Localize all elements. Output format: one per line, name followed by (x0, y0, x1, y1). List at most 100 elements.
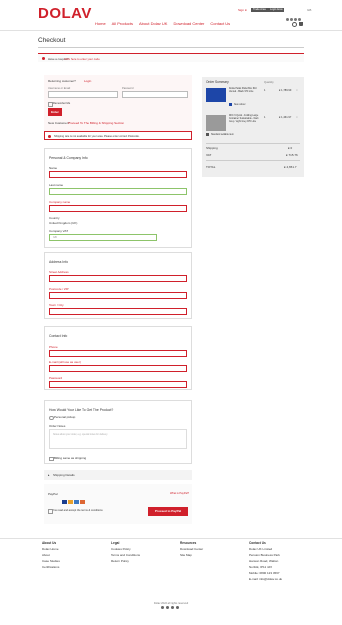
phone-input[interactable] (49, 350, 187, 357)
postcode-input[interactable] (49, 292, 187, 299)
footer-link[interactable]: Terms and Conditions (111, 553, 171, 557)
footer-link[interactable]: Dolav Home (42, 547, 102, 551)
qty-header: Quantity (264, 80, 274, 84)
email-input[interactable] (49, 365, 187, 372)
copyright: Dolav 2022 all rights reserved (153, 602, 189, 605)
terms-label: I've read and accept the terms & conditi… (53, 508, 103, 512)
logo[interactable]: DOLAV (38, 5, 92, 22)
product-tag: Standard sellable item (211, 133, 234, 136)
terms-checkbox[interactable] (48, 509, 53, 514)
pickup-radio[interactable] (49, 415, 54, 420)
last-name-input[interactable] (49, 188, 187, 195)
billing-same-checkbox[interactable] (49, 456, 54, 461)
sign-in-link[interactable]: Sign in (238, 8, 247, 12)
country-value[interactable]: United Kingdom (UK) (49, 221, 77, 225)
shipping-details-toggle[interactable]: ▸ Shipping Details (44, 470, 192, 480)
paypal-method-label[interactable]: PayPal (48, 492, 58, 496)
coupon-notice: Have a coupon? Click here to enter your … (38, 53, 304, 62)
billing-same-label: Billing same as shipping (54, 456, 87, 460)
info-icon (42, 56, 45, 60)
summary-title: Order Summary (206, 80, 229, 84)
footer-link[interactable]: Site Map (180, 553, 240, 557)
login-password-input[interactable] (122, 91, 188, 98)
town-input[interactable] (49, 308, 187, 315)
search-icon[interactable] (292, 22, 297, 27)
last-name-label: Last name (49, 183, 64, 187)
name-label: Name (49, 166, 58, 170)
login-enter-button[interactable]: Enter (48, 108, 62, 116)
nav-item-all-products[interactable]: All Products (112, 22, 133, 26)
color-dot (206, 133, 209, 136)
remember-label: Remember Me (53, 101, 71, 105)
password-input[interactable] (49, 381, 187, 388)
shipping-value: £ 0 (288, 146, 293, 150)
postcode-label: Postcode / ZIP (49, 287, 69, 291)
product-qty: 1 (264, 116, 266, 119)
footer-col-resources: Resources Download Center Site Map (180, 541, 240, 557)
payment-section: PayPal What is PayPal? I've read and acc… (44, 484, 192, 524)
town-label: Town / City (49, 303, 64, 307)
street-input[interactable] (49, 275, 187, 282)
footer-link[interactable]: Return Policy (111, 559, 171, 563)
section-title: How Would Your Like To Get The Product? (49, 408, 114, 412)
proceed-paypal-button[interactable]: Proceed to PayPal (148, 507, 188, 516)
nav-item-contact[interactable]: Contact Us (210, 22, 230, 26)
nav-item-download-center[interactable]: Download Center (173, 22, 204, 26)
footer-text: Dolav UK Limited (249, 547, 273, 551)
language-tag[interactable]: GB (307, 8, 311, 12)
total-label: TOTAL (206, 165, 216, 169)
order-notes-textarea[interactable]: Notes about your order, e.g. special not… (49, 429, 187, 449)
product-price: £ 1,461.97 (279, 116, 292, 119)
remove-item-icon[interactable]: × (296, 89, 299, 92)
new-customer-text: New Customer? (48, 121, 70, 125)
what-is-paypal-link[interactable]: What is PayPal? (170, 492, 189, 496)
shipping-label: Shipping (206, 146, 218, 150)
shipping-warning: Shipping rate is not available for your … (44, 131, 192, 140)
nav-item-home[interactable]: Home (95, 22, 106, 26)
chevron-right-icon: ▸ (48, 472, 50, 477)
name-input[interactable] (49, 171, 187, 178)
footer-link[interactable]: Certifications (42, 565, 102, 569)
footer-text: Hanson Road, Walton (249, 559, 279, 563)
vat-input[interactable]: GB (49, 234, 157, 241)
footer-link[interactable]: Download Center (180, 547, 240, 551)
notes-label: Order Notes (49, 424, 66, 428)
footer-text: Pension Business Park (249, 553, 280, 557)
phone-label: Phone (49, 345, 58, 349)
footer-text[interactable]: Mobile: 0800 123 4567 (249, 571, 309, 575)
footer-link[interactable]: Cookies Policy (111, 547, 171, 551)
remove-item-icon[interactable]: × (296, 116, 299, 119)
section-title: Address Info (49, 260, 69, 264)
company-input[interactable] (49, 205, 187, 212)
contact-info-section: Contact Info Phone E-mail (will use as u… (44, 326, 192, 390)
login-area-button[interactable]: Login Area (268, 7, 285, 12)
address-info-section: Address Info Street Address Postcode / Z… (44, 252, 192, 319)
footer-text[interactable]: E-mail: info@dolav.co.uk (249, 577, 309, 581)
login-prompt: Returning customer? (48, 79, 76, 83)
product-name[interactable]: DFC 6 Quick - Folding Large Container Su… (229, 115, 261, 124)
footer-col-title: Contact Us (249, 541, 266, 545)
footer-link[interactable]: About (42, 553, 102, 557)
username-input[interactable] (48, 91, 118, 98)
trade-area-button[interactable]: Trade Area (251, 7, 268, 12)
cart-icon[interactable] (299, 22, 303, 26)
coupon-link[interactable]: Click here to enter your code (64, 57, 100, 61)
footer-link[interactable]: Case Studies (42, 559, 102, 563)
email-label: E-mail (will use as user) (49, 360, 81, 364)
company-label: Company name (49, 200, 71, 204)
main-nav: Home All Products About Dolav UK Downloa… (95, 22, 230, 26)
new-customer-link[interactable]: Proceed To The Billing & Shipping Sectio… (68, 121, 124, 125)
product-name[interactable]: Dolav Pallet Pallet Box 610 Vented - Bla… (229, 88, 259, 94)
social-icons[interactable] (286, 8, 306, 21)
footer-text: Norfolk, IP11 4JX (249, 565, 273, 569)
delivery-section: How Would Your Like To Get The Product? … (44, 400, 192, 464)
footer-social-icons[interactable] (161, 596, 185, 609)
pickup-label: Personal pickup (54, 415, 76, 419)
remember-checkbox[interactable] (48, 102, 53, 107)
product-tag: New colour (234, 103, 246, 106)
nav-item-about[interactable]: About Dolav UK (139, 22, 167, 26)
total-value: £ 4,651.7 (284, 165, 297, 169)
personal-info-section: Personal & Company Info Name Last name C… (44, 148, 192, 248)
product-image-grey-container (206, 115, 226, 131)
login-link[interactable]: Login (84, 79, 91, 83)
